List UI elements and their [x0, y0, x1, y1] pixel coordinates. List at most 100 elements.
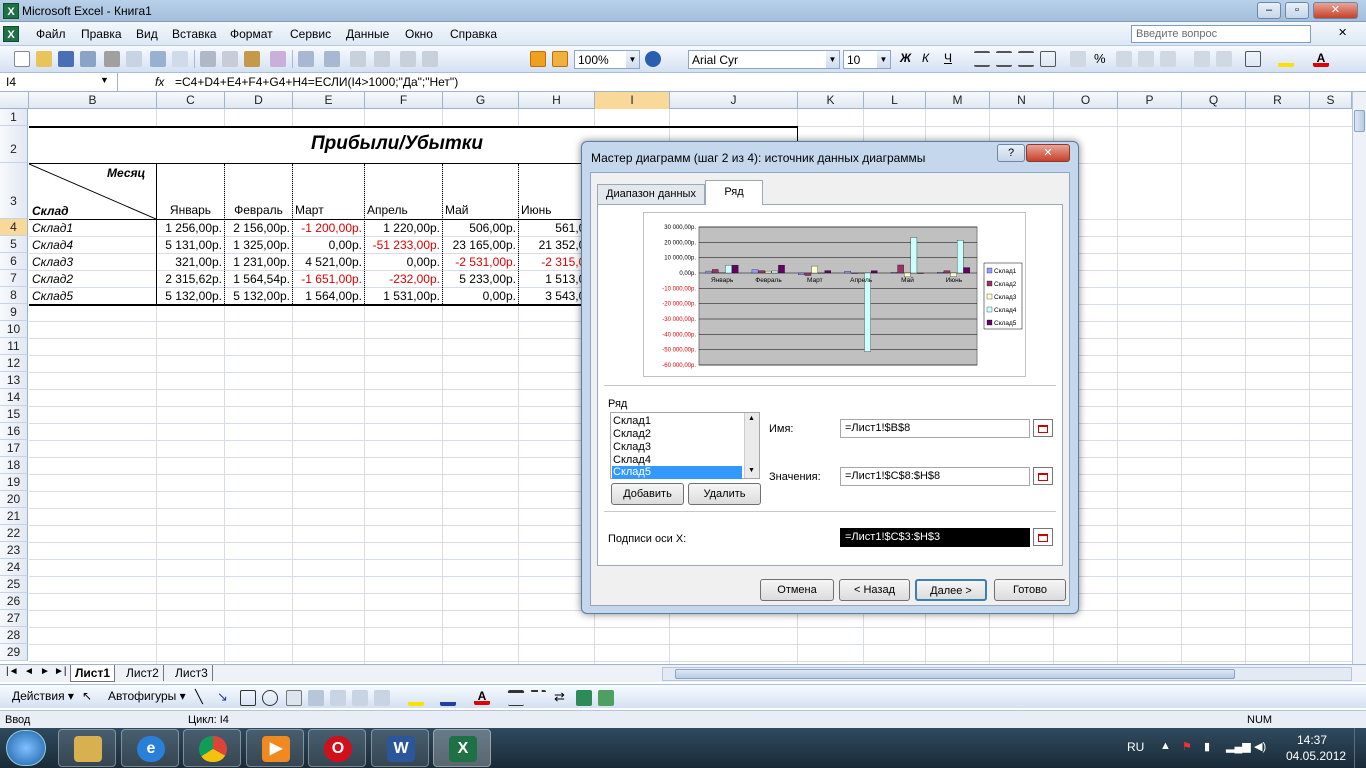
month-header[interactable]: Январь: [157, 203, 224, 217]
copy-icon[interactable]: [222, 51, 238, 67]
line-color-icon[interactable]: [440, 690, 456, 706]
drawing-icon[interactable]: [552, 51, 568, 67]
ask-question-input[interactable]: Введите вопрос: [1131, 25, 1311, 43]
menu-window[interactable]: Окно: [405, 27, 433, 41]
borders-icon[interactable]: [1245, 51, 1261, 67]
column-header-c[interactable]: C: [157, 92, 225, 109]
font-name-combo[interactable]: Arial Cyr ▼: [688, 50, 840, 69]
arrow-style-icon[interactable]: ⇄: [554, 689, 570, 705]
column-header-i[interactable]: I: [595, 92, 670, 109]
column-header-f[interactable]: F: [365, 92, 443, 109]
undo-icon[interactable]: [298, 51, 314, 67]
spelling-icon[interactable]: [150, 51, 166, 67]
redo-icon[interactable]: [324, 51, 340, 67]
paste-icon[interactable]: [244, 51, 260, 67]
table-cell[interactable]: 1 256,00р.: [157, 221, 224, 235]
column-header-d[interactable]: D: [225, 92, 293, 109]
cut-icon[interactable]: [200, 51, 216, 67]
table-cell[interactable]: 1 531,00р.: [365, 289, 442, 303]
row-header[interactable]: 20: [0, 491, 28, 508]
column-header-n[interactable]: N: [990, 92, 1054, 109]
formula-input[interactable]: =C4+D4+E4+F4+G4+H4=ЕСЛИ(I4>1000;"Да";"Не…: [175, 75, 458, 89]
print-icon[interactable]: [104, 51, 120, 67]
row-header[interactable]: 23: [0, 542, 28, 559]
italic-icon[interactable]: К: [922, 51, 938, 67]
column-header-h[interactable]: H: [519, 92, 595, 109]
table-cell[interactable]: 2 156,00р.: [225, 221, 292, 235]
warehouse-name[interactable]: Склад4: [30, 238, 75, 252]
vertical-scroll-thumb[interactable]: [1354, 110, 1365, 132]
row-header[interactable]: 3: [0, 163, 28, 219]
series-name-input[interactable]: =Лист1!$B$8: [840, 419, 1030, 438]
row-header[interactable]: 7: [0, 270, 28, 287]
table-cell[interactable]: 1 220,00р.: [365, 221, 442, 235]
table-cell[interactable]: -1 651,00р.: [293, 272, 364, 286]
table-cell[interactable]: 321,00р.: [157, 255, 224, 269]
table-cell[interactable]: 506,00р.: [443, 221, 518, 235]
row-header[interactable]: 27: [0, 610, 28, 627]
underline-icon[interactable]: Ч: [944, 51, 960, 67]
series-list-scrollbar[interactable]: ▲ ▼: [744, 413, 759, 478]
start-button[interactable]: [6, 730, 46, 766]
fill-color-draw-icon[interactable]: [408, 690, 424, 706]
row-header[interactable]: 22: [0, 525, 28, 542]
series-listbox[interactable]: Склад1 Склад2 Склад3 Склад4 Склад5 ▲ ▼: [610, 412, 760, 479]
table-cell[interactable]: 5 132,00р.: [157, 289, 224, 303]
close-button[interactable]: ✕: [1313, 2, 1358, 19]
column-header-l[interactable]: L: [864, 92, 926, 109]
column-header-s[interactable]: S: [1310, 92, 1352, 109]
select-all-button[interactable]: [0, 92, 29, 109]
column-header-p[interactable]: P: [1118, 92, 1182, 109]
bold-icon[interactable]: Ж: [900, 51, 916, 67]
menu-format[interactable]: Формат: [230, 27, 273, 41]
taskbar-word[interactable]: W: [371, 729, 429, 767]
print-preview-icon[interactable]: [126, 51, 142, 67]
column-header-j[interactable]: J: [670, 92, 798, 109]
align-center-icon[interactable]: [996, 51, 1012, 67]
table-cell[interactable]: 1 325,00р.: [225, 238, 292, 252]
sort-desc-icon[interactable]: [422, 51, 438, 67]
hyperlink-icon[interactable]: [350, 51, 366, 67]
column-header-o[interactable]: O: [1054, 92, 1118, 109]
column-header-b[interactable]: B: [29, 92, 157, 109]
next-button[interactable]: Далее >: [915, 579, 987, 601]
collapse-dialog-icon[interactable]: [1033, 467, 1053, 485]
row-header[interactable]: 9: [0, 304, 28, 321]
align-left-icon[interactable]: [974, 51, 990, 67]
language-indicator[interactable]: RU: [1127, 740, 1144, 754]
add-series-button[interactable]: Добавить: [611, 483, 684, 505]
row-header[interactable]: 29: [0, 644, 28, 661]
row-header[interactable]: 13: [0, 372, 28, 389]
format-painter-icon[interactable]: [270, 51, 286, 67]
diagram-icon[interactable]: [330, 690, 346, 706]
row-header[interactable]: 8: [0, 287, 28, 304]
line-icon[interactable]: ╲: [195, 689, 211, 705]
menu-view[interactable]: Вид: [136, 27, 158, 41]
row-header[interactable]: 14: [0, 389, 28, 406]
open-icon[interactable]: [36, 51, 52, 67]
horizontal-scrollbar[interactable]: [662, 667, 1352, 681]
table-cell[interactable]: 5 131,00р.: [157, 238, 224, 252]
dialog-close-button[interactable]: ✕: [1026, 144, 1070, 162]
row-header[interactable]: 26: [0, 593, 28, 610]
row-header[interactable]: 12: [0, 355, 28, 372]
column-header-r[interactable]: R: [1246, 92, 1310, 109]
table-cell[interactable]: 0,00р.: [443, 289, 518, 303]
collapse-dialog-icon[interactable]: [1033, 528, 1053, 546]
row-header[interactable]: 24: [0, 559, 28, 576]
font-color-icon[interactable]: A: [1313, 51, 1329, 67]
show-desktop-button[interactable]: [1354, 728, 1366, 768]
menu-tools[interactable]: Сервис: [290, 27, 331, 41]
permission-icon[interactable]: [80, 51, 96, 67]
series-list-item[interactable]: Склад3: [613, 441, 651, 453]
rectangle-icon[interactable]: [240, 690, 256, 706]
increase-indent-icon[interactable]: [1216, 51, 1232, 67]
menu-insert[interactable]: Вставка: [172, 27, 217, 41]
table-cell[interactable]: 4 521,00р.: [293, 255, 364, 269]
arrow-icon[interactable]: ↘: [217, 689, 233, 705]
series-values-input[interactable]: =Лист1!$C$8:$H$8: [840, 467, 1030, 486]
horizontal-scroll-thumb[interactable]: [675, 669, 1235, 679]
font-size-combo[interactable]: 10 ▼: [843, 50, 891, 69]
select-objects-icon[interactable]: ↖: [82, 689, 98, 705]
table-cell[interactable]: 5 233,00р.: [443, 272, 518, 286]
